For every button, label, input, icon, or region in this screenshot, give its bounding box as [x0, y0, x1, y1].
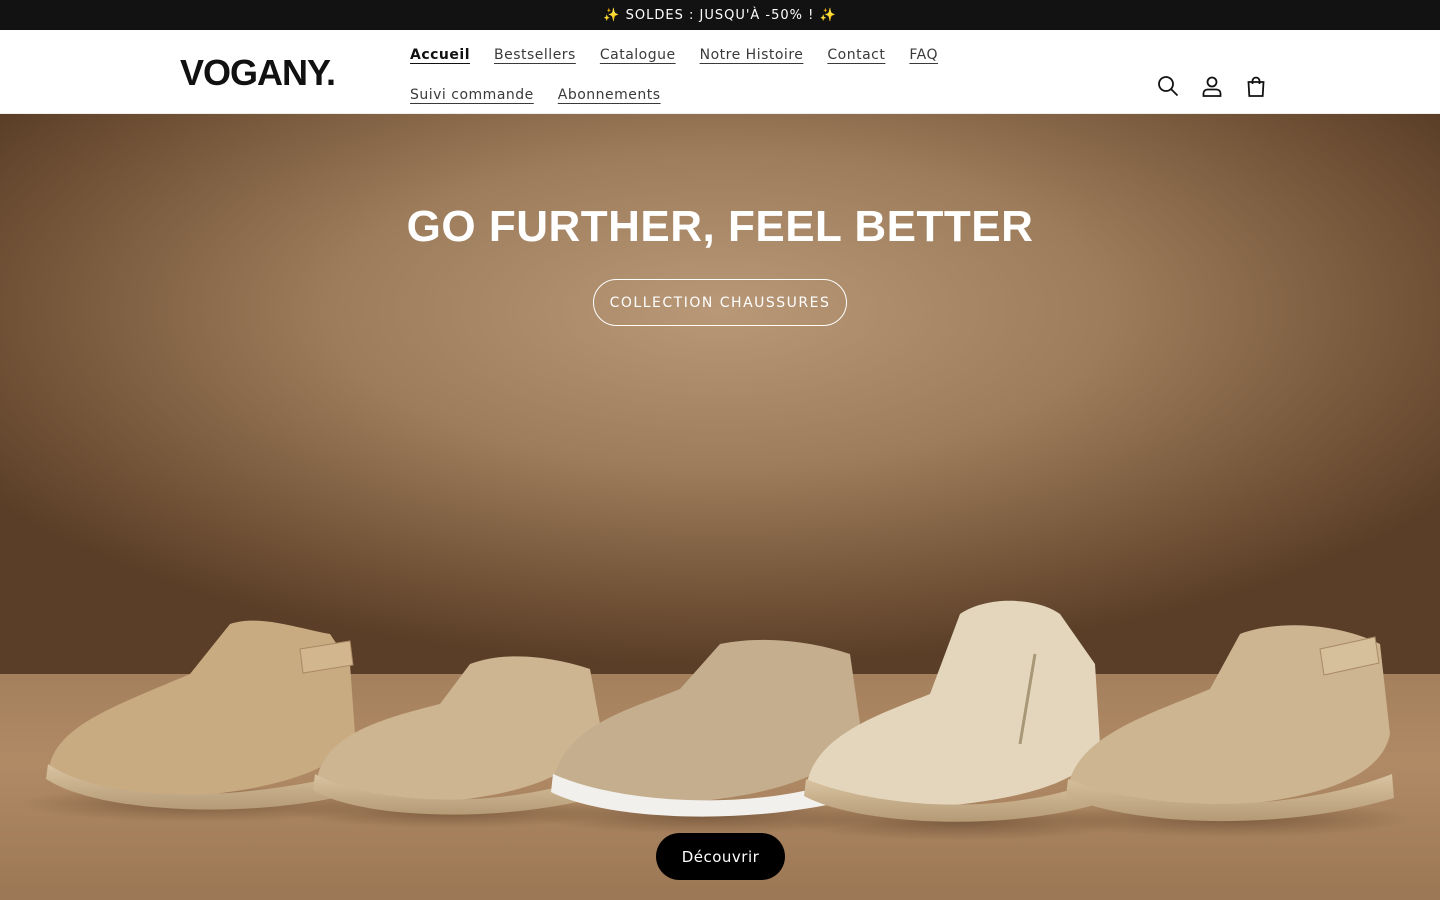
nav-item-notre-histoire[interactable]: Notre Histoire [688, 36, 816, 74]
announcement-text: ✨ SOLDES : JUSQU'À -50% ! ✨ [603, 7, 837, 23]
collection-button[interactable]: COLLECTION CHAUSSURES [593, 279, 847, 326]
nav-item-bestsellers[interactable]: Bestsellers [482, 36, 588, 74]
search-icon[interactable] [1150, 68, 1186, 104]
announcement-bar: ✨ SOLDES : JUSQU'À -50% ! ✨ [0, 0, 1440, 30]
nav-item-faq[interactable]: FAQ [897, 36, 950, 74]
cart-icon[interactable] [1238, 68, 1274, 104]
nav-item-contact[interactable]: Contact [815, 36, 897, 74]
nav-item-suivi-commande[interactable]: Suivi commande [398, 76, 546, 114]
hero-banner: GO FURTHER, FEEL BETTER COLLECTION CHAUS… [0, 114, 1440, 900]
hero-title: GO FURTHER, FEEL BETTER [406, 202, 1034, 251]
account-icon[interactable] [1194, 68, 1230, 104]
main-nav: Accueil Bestsellers Catalogue Notre Hist… [398, 36, 1048, 114]
hero-shoes-image [20, 600, 1410, 840]
discover-button[interactable]: Découvrir [656, 833, 785, 880]
site-header: VOGANY. Accueil Bestsellers Catalogue No… [0, 30, 1440, 114]
nav-item-abonnements[interactable]: Abonnements [546, 76, 673, 114]
nav-item-catalogue[interactable]: Catalogue [588, 36, 688, 74]
nav-item-accueil[interactable]: Accueil [398, 36, 482, 74]
header-icons [1150, 68, 1274, 104]
brand-logo[interactable]: VOGANY. [180, 52, 336, 94]
